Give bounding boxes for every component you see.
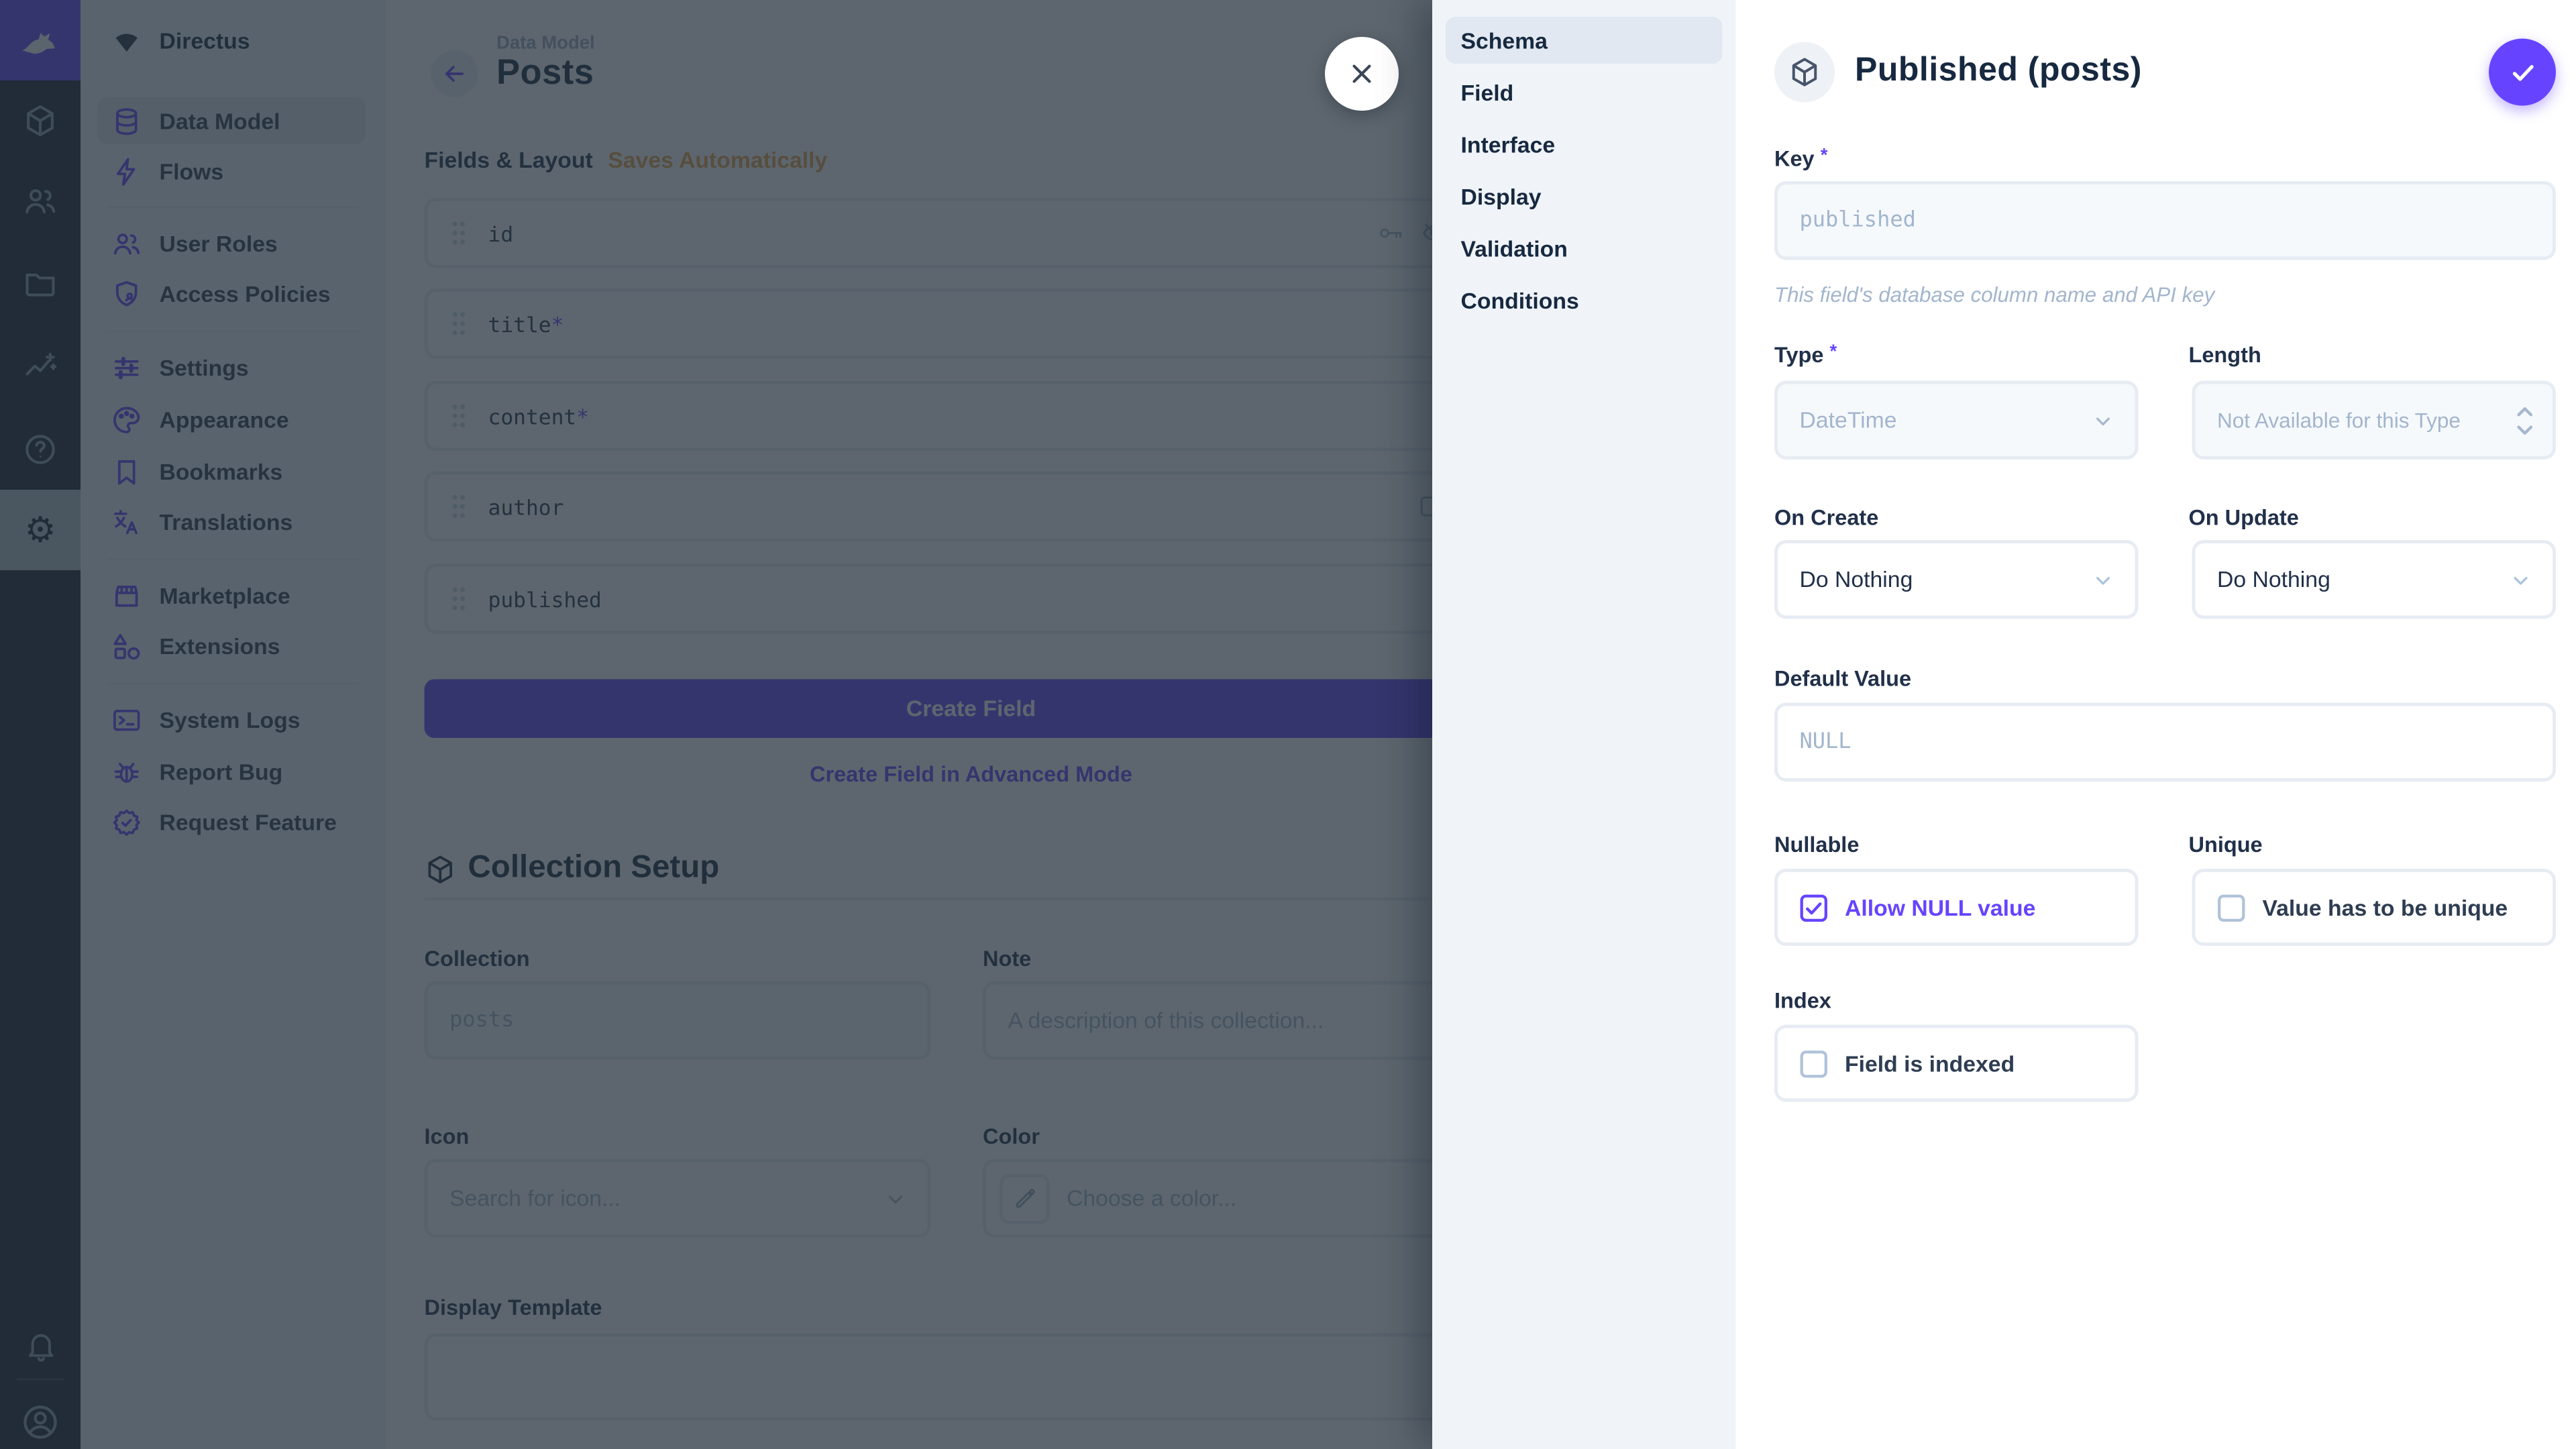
nullable-label: Nullable xyxy=(1774,832,1859,857)
length-input-field[interactable] xyxy=(2217,409,2506,432)
stepper-icon[interactable] xyxy=(2512,402,2538,439)
drawer-panel: Published (posts) Key * This field's dat… xyxy=(1736,0,2576,1449)
on-update-select[interactable]: Do Nothing xyxy=(2192,540,2557,619)
directus-app: Data Model Posts Fields & LayoutSaves Au… xyxy=(0,0,2576,1449)
key-input-field[interactable] xyxy=(1800,208,2531,233)
field-type-icon-circle xyxy=(1774,42,1835,103)
checkbox-unchecked-icon[interactable] xyxy=(2217,893,2246,922)
save-button[interactable] xyxy=(2489,39,2556,106)
on-create-label: On Create xyxy=(1774,505,1878,531)
drawer-close-button[interactable] xyxy=(1325,37,1399,111)
unique-checkbox-label: Value has to be unique xyxy=(2263,895,2508,920)
on-create-select[interactable]: Do Nothing xyxy=(1774,540,2139,619)
on-update-value: Do Nothing xyxy=(2217,567,2330,592)
tab-field[interactable]: Field xyxy=(1446,69,1723,116)
chevron-down-icon xyxy=(2090,407,2116,433)
type-select-value[interactable] xyxy=(1800,408,2114,433)
tab-interface[interactable]: Interface xyxy=(1446,121,1723,168)
unique-label: Unique xyxy=(2189,832,2263,857)
nullable-checkbox-row[interactable]: Allow NULL value xyxy=(1774,869,2139,946)
index-label: Index xyxy=(1774,988,1831,1014)
tab-display[interactable]: Display xyxy=(1446,173,1723,220)
tab-validation[interactable]: Validation xyxy=(1446,225,1723,272)
required-asterisk: * xyxy=(1821,146,1828,166)
type-label: Type * xyxy=(1774,342,1837,368)
close-icon xyxy=(1345,57,1379,91)
required-asterisk: * xyxy=(1830,342,1837,362)
key-helper-note: This field's database column name and AP… xyxy=(1774,284,2214,307)
type-select[interactable] xyxy=(1774,381,2139,460)
field-edit-drawer: Schema Field Interface Display Validatio… xyxy=(1432,0,2576,1449)
length-label: Length xyxy=(2189,342,2261,368)
default-value-input[interactable] xyxy=(1774,703,2556,782)
tab-conditions[interactable]: Conditions xyxy=(1446,277,1723,324)
checkbox-unchecked-icon[interactable] xyxy=(1800,1049,1829,1078)
key-label: Key * xyxy=(1774,146,1827,172)
key-input[interactable] xyxy=(1774,181,2556,260)
length-input[interactable] xyxy=(2192,381,2557,460)
default-value-label: Default Value xyxy=(1774,666,1911,692)
on-create-value: Do Nothing xyxy=(1800,567,1913,592)
index-checkbox-row[interactable]: Field is indexed xyxy=(1774,1025,2139,1102)
unique-checkbox-row[interactable]: Value has to be unique xyxy=(2192,869,2557,946)
checkbox-checked-icon[interactable] xyxy=(1800,893,1829,922)
chevron-down-icon xyxy=(2508,566,2534,593)
check-icon xyxy=(2506,56,2538,89)
tab-schema[interactable]: Schema xyxy=(1446,17,1723,64)
drawer-title: Published (posts) xyxy=(1855,52,2142,91)
chevron-down-icon xyxy=(2090,566,2116,593)
box-icon xyxy=(1788,56,1821,89)
drawer-tab-list: Schema Field Interface Display Validatio… xyxy=(1432,0,1736,1449)
index-checkbox-label: Field is indexed xyxy=(1845,1051,2015,1076)
nullable-checkbox-label: Allow NULL value xyxy=(1845,895,2035,920)
on-update-label: On Update xyxy=(2189,505,2299,531)
drawer-overlay[interactable] xyxy=(0,0,1432,1449)
default-value-field[interactable] xyxy=(1800,730,2531,755)
